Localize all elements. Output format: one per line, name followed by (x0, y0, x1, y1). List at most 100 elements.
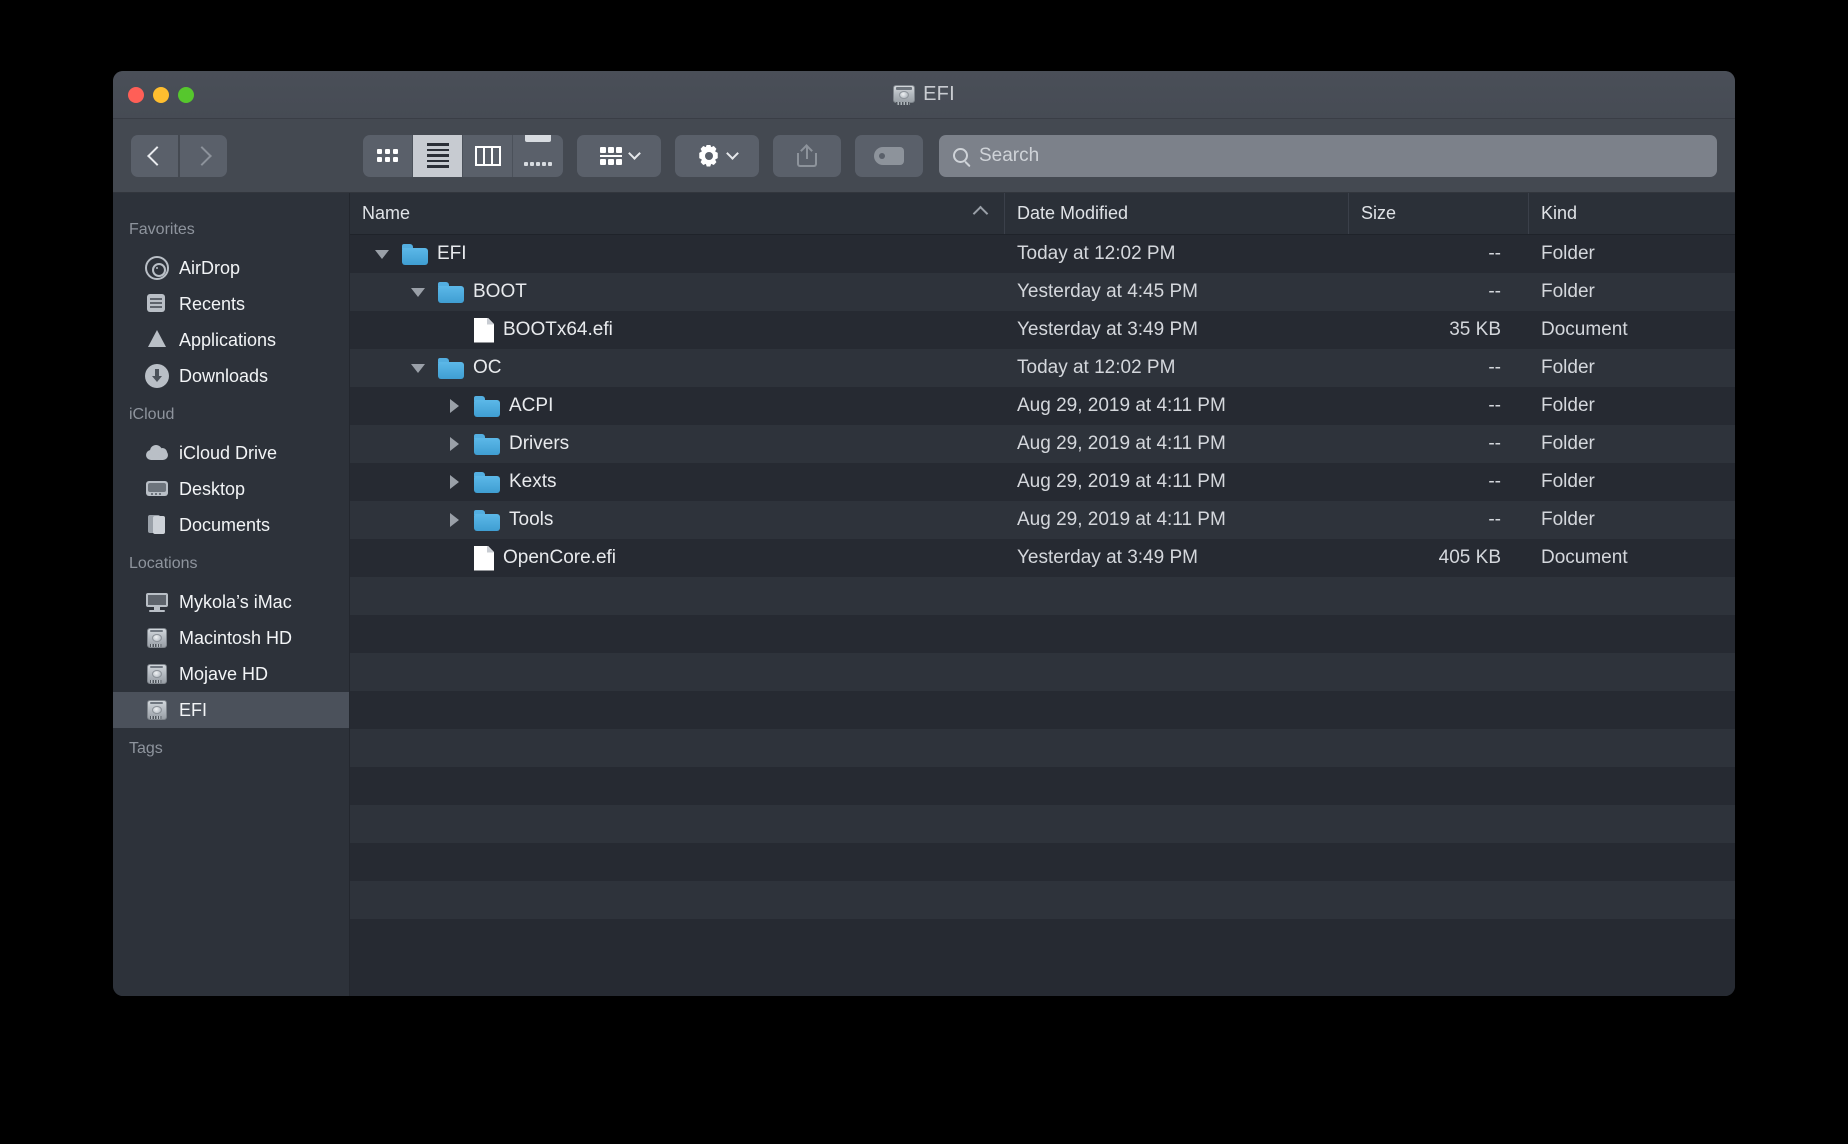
disclosure-triangle-collapsed-icon[interactable] (443, 509, 465, 531)
drive-icon (145, 626, 169, 650)
window-title-group: EFI (113, 71, 1735, 118)
column-header-date-modified[interactable]: Date Modified (1005, 193, 1349, 234)
sidebar-item-downloads[interactable]: Downloads (113, 358, 349, 394)
desktop-icon (145, 477, 169, 501)
grid-icon (377, 149, 398, 162)
table-row[interactable]: Drivers Aug 29, 2019 at 4:11 PM -- Folder (350, 425, 1735, 463)
recents-icon (145, 292, 169, 316)
sidebar-group-locations-title: Locations (129, 555, 198, 572)
table-row[interactable]: OpenCore.efi Yesterday at 3:49 PM 405 KB Do… (350, 539, 1735, 577)
cell-kind: Folder (1541, 395, 1595, 416)
table-row[interactable]: BOOTx64.efi Yesterday at 3:49 PM 35 KB Docu… (350, 311, 1735, 349)
folder-icon (474, 509, 500, 531)
cell-date-modified: Aug 29, 2019 at 4:11 PM (1017, 471, 1226, 492)
gallery-icon (524, 134, 552, 177)
cell-name: Kexts (350, 463, 1005, 501)
back-button[interactable] (131, 134, 178, 177)
cell-name: ACPI (350, 387, 1005, 425)
triangle-glyph (449, 475, 459, 489)
sidebar-item-icloud-drive[interactable]: iCloud Drive (113, 435, 349, 471)
cloud-icon (145, 441, 169, 465)
sidebar-item-documents[interactable]: Documents (113, 507, 349, 543)
sidebar-item-efi[interactable]: EFI (113, 692, 349, 728)
empty-row (350, 767, 1735, 805)
triangle-glyph (411, 363, 425, 373)
arrange-button[interactable] (577, 134, 661, 177)
chevron-down-icon (627, 147, 641, 160)
disclosure-triangle-expanded-icon[interactable] (371, 243, 393, 265)
table-row[interactable]: Tools Aug 29, 2019 at 4:11 PM -- Folder (350, 501, 1735, 539)
zoom-button[interactable] (178, 86, 194, 103)
forward-button[interactable] (180, 134, 227, 177)
tags-button[interactable] (855, 134, 923, 177)
finder-window: EFI Search Favorites AirDrop Recents App… (113, 71, 1735, 996)
disclosure-triangle-expanded-icon[interactable] (407, 281, 429, 303)
imac-icon (145, 590, 169, 614)
sidebar-item-desktop[interactable]: Desktop (113, 471, 349, 507)
search-icon (953, 148, 968, 163)
table-row[interactable]: OC Today at 12:02 PM -- Folder (350, 349, 1735, 387)
table-row[interactable]: Kexts Aug 29, 2019 at 4:11 PM -- Folder (350, 463, 1735, 501)
minimize-button[interactable] (153, 86, 169, 103)
column-view-button[interactable] (463, 134, 513, 177)
disclosure-triangle-collapsed-icon[interactable] (443, 471, 465, 493)
cell-kind: Folder (1541, 433, 1595, 454)
disclosure-triangle-collapsed-icon[interactable] (443, 433, 465, 455)
gear-icon (698, 144, 720, 167)
folder-icon (474, 471, 500, 493)
icon-view-button[interactable] (363, 134, 413, 177)
column-header-label: Kind (1541, 203, 1578, 223)
triangle-glyph (449, 437, 459, 451)
disclosure-triangle-collapsed-icon[interactable] (443, 395, 465, 417)
cell-kind: Folder (1541, 281, 1595, 302)
sidebar-item-label: Applications (179, 329, 277, 350)
sidebar-item-recents[interactable]: Recents (113, 286, 349, 322)
cell-size: -- (1488, 357, 1501, 378)
sidebar-item-mojave-hd[interactable]: Mojave HD (113, 656, 349, 692)
cell-date-modified: Today at 12:02 PM (1017, 243, 1176, 264)
cell-size: -- (1488, 471, 1501, 492)
sidebar-item-airdrop[interactable]: AirDrop (113, 250, 349, 286)
search-field[interactable]: Search (939, 134, 1717, 177)
empty-row (350, 577, 1735, 615)
cell-kind: Folder (1541, 471, 1595, 492)
sidebar-item-mykolas-imac[interactable]: Mykola’s iMac (113, 584, 349, 620)
file-name: OpenCore.efi (503, 547, 617, 568)
sidebar-item-macintosh-hd[interactable]: Macintosh HD (113, 620, 349, 656)
file-name: Drivers (509, 433, 570, 454)
triangle-glyph (449, 399, 459, 413)
search-placeholder: Search (979, 144, 1040, 166)
sidebar: Favorites AirDrop Recents Applications D… (113, 193, 350, 996)
table-row[interactable]: EFI Today at 12:02 PM -- Folder (350, 235, 1735, 273)
column-header-kind[interactable]: Kind (1529, 193, 1735, 234)
toolbar: Search (113, 119, 1735, 193)
document-icon (474, 545, 494, 571)
table-row[interactable]: BOOT Yesterday at 4:45 PM -- Folder (350, 273, 1735, 311)
column-header-size[interactable]: Size (1349, 193, 1529, 234)
cell-date-modified: Aug 29, 2019 at 4:11 PM (1017, 509, 1226, 530)
cell-size: -- (1488, 395, 1501, 416)
cell-date-modified: Yesterday at 4:45 PM (1017, 281, 1198, 302)
gallery-view-button[interactable] (513, 134, 563, 177)
drive-icon (145, 662, 169, 686)
empty-row (350, 881, 1735, 919)
close-button[interactable] (128, 86, 144, 103)
disclosure-triangle-expanded-icon[interactable] (407, 357, 429, 379)
action-menu-button[interactable] (675, 134, 759, 177)
arrange-icon (599, 146, 622, 165)
column-header-label: Name (362, 203, 411, 223)
cell-date-modified: Yesterday at 3:49 PM (1017, 547, 1198, 568)
folder-icon (474, 395, 500, 417)
share-button[interactable] (773, 134, 841, 177)
list-view-button[interactable] (413, 134, 463, 177)
column-header-name[interactable]: Name (350, 193, 1005, 234)
cell-kind: Folder (1541, 243, 1595, 264)
file-name: ACPI (509, 395, 554, 416)
folder-icon (438, 281, 464, 303)
table-row[interactable]: ACPI Aug 29, 2019 at 4:11 PM -- Folder (350, 387, 1735, 425)
sidebar-group-tags-title: Tags (129, 740, 163, 757)
folder-icon (438, 357, 464, 379)
sidebar-item-applications[interactable]: Applications (113, 322, 349, 358)
cell-date-modified: Yesterday at 3:49 PM (1017, 319, 1198, 340)
triangle-glyph (375, 249, 389, 259)
